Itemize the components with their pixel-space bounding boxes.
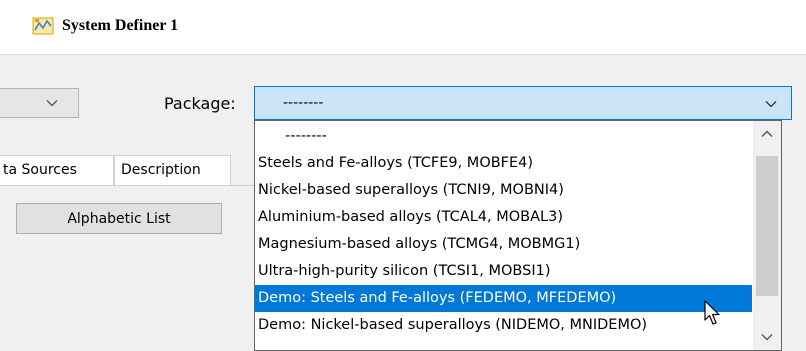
chevron-down-icon <box>761 334 773 341</box>
package-label: Package: <box>164 94 236 113</box>
package-combo-value: -------- <box>283 95 324 111</box>
dropdown-item[interactable]: Magnesium-based alloys (TCMG4, MOBMG1) <box>255 231 752 258</box>
dropdown-item[interactable]: Ultra-high-purity silicon (TCSI1, MOBSI1… <box>255 258 752 285</box>
chevron-down-icon <box>765 101 777 108</box>
chevron-up-icon <box>761 130 773 137</box>
scroll-thumb[interactable] <box>756 156 778 296</box>
scroll-up-button[interactable] <box>753 121 781 147</box>
tab-label: Description <box>121 162 201 178</box>
dropdown-item[interactable]: Demo: Nickel-based superalloys (NIDEMO, … <box>255 312 752 339</box>
alphabetic-list-button[interactable]: Alphabetic List <box>16 203 222 234</box>
package-combo[interactable]: -------- <box>254 86 792 120</box>
tab-divider <box>0 185 254 186</box>
package-dropdown-list[interactable]: -------- Steels and Fe-alloys (TCFE9, MO… <box>254 120 782 351</box>
dropdown-item-selected[interactable]: Demo: Steels and Fe-alloys (FEDEMO, MFED… <box>255 285 752 312</box>
window-titlebar: System Definer 1 <box>0 0 806 54</box>
scroll-down-button[interactable] <box>753 324 781 350</box>
tab-description[interactable]: Description <box>114 155 231 185</box>
dropdown-item[interactable]: Steels and Fe-alloys (TCFE9, MOBFE4) <box>255 150 752 177</box>
tab-data-sources[interactable]: ta Sources <box>0 155 114 185</box>
chevron-down-icon <box>46 100 58 107</box>
dropdown-item[interactable]: Nickel-based superalloys (TCNI9, MOBNI4) <box>255 177 752 204</box>
dropdown-item-none[interactable]: -------- <box>255 123 752 150</box>
window-title: System Definer 1 <box>62 17 179 34</box>
dropdown-scrollbar[interactable] <box>753 121 781 350</box>
system-definer-icon <box>32 17 54 35</box>
dropdown-item[interactable]: Aluminium-based alloys (TCAL4, MOBAL3) <box>255 204 752 231</box>
database-combo[interactable] <box>0 88 79 118</box>
mouse-cursor-icon <box>704 300 720 325</box>
tab-label: ta Sources <box>3 162 77 178</box>
